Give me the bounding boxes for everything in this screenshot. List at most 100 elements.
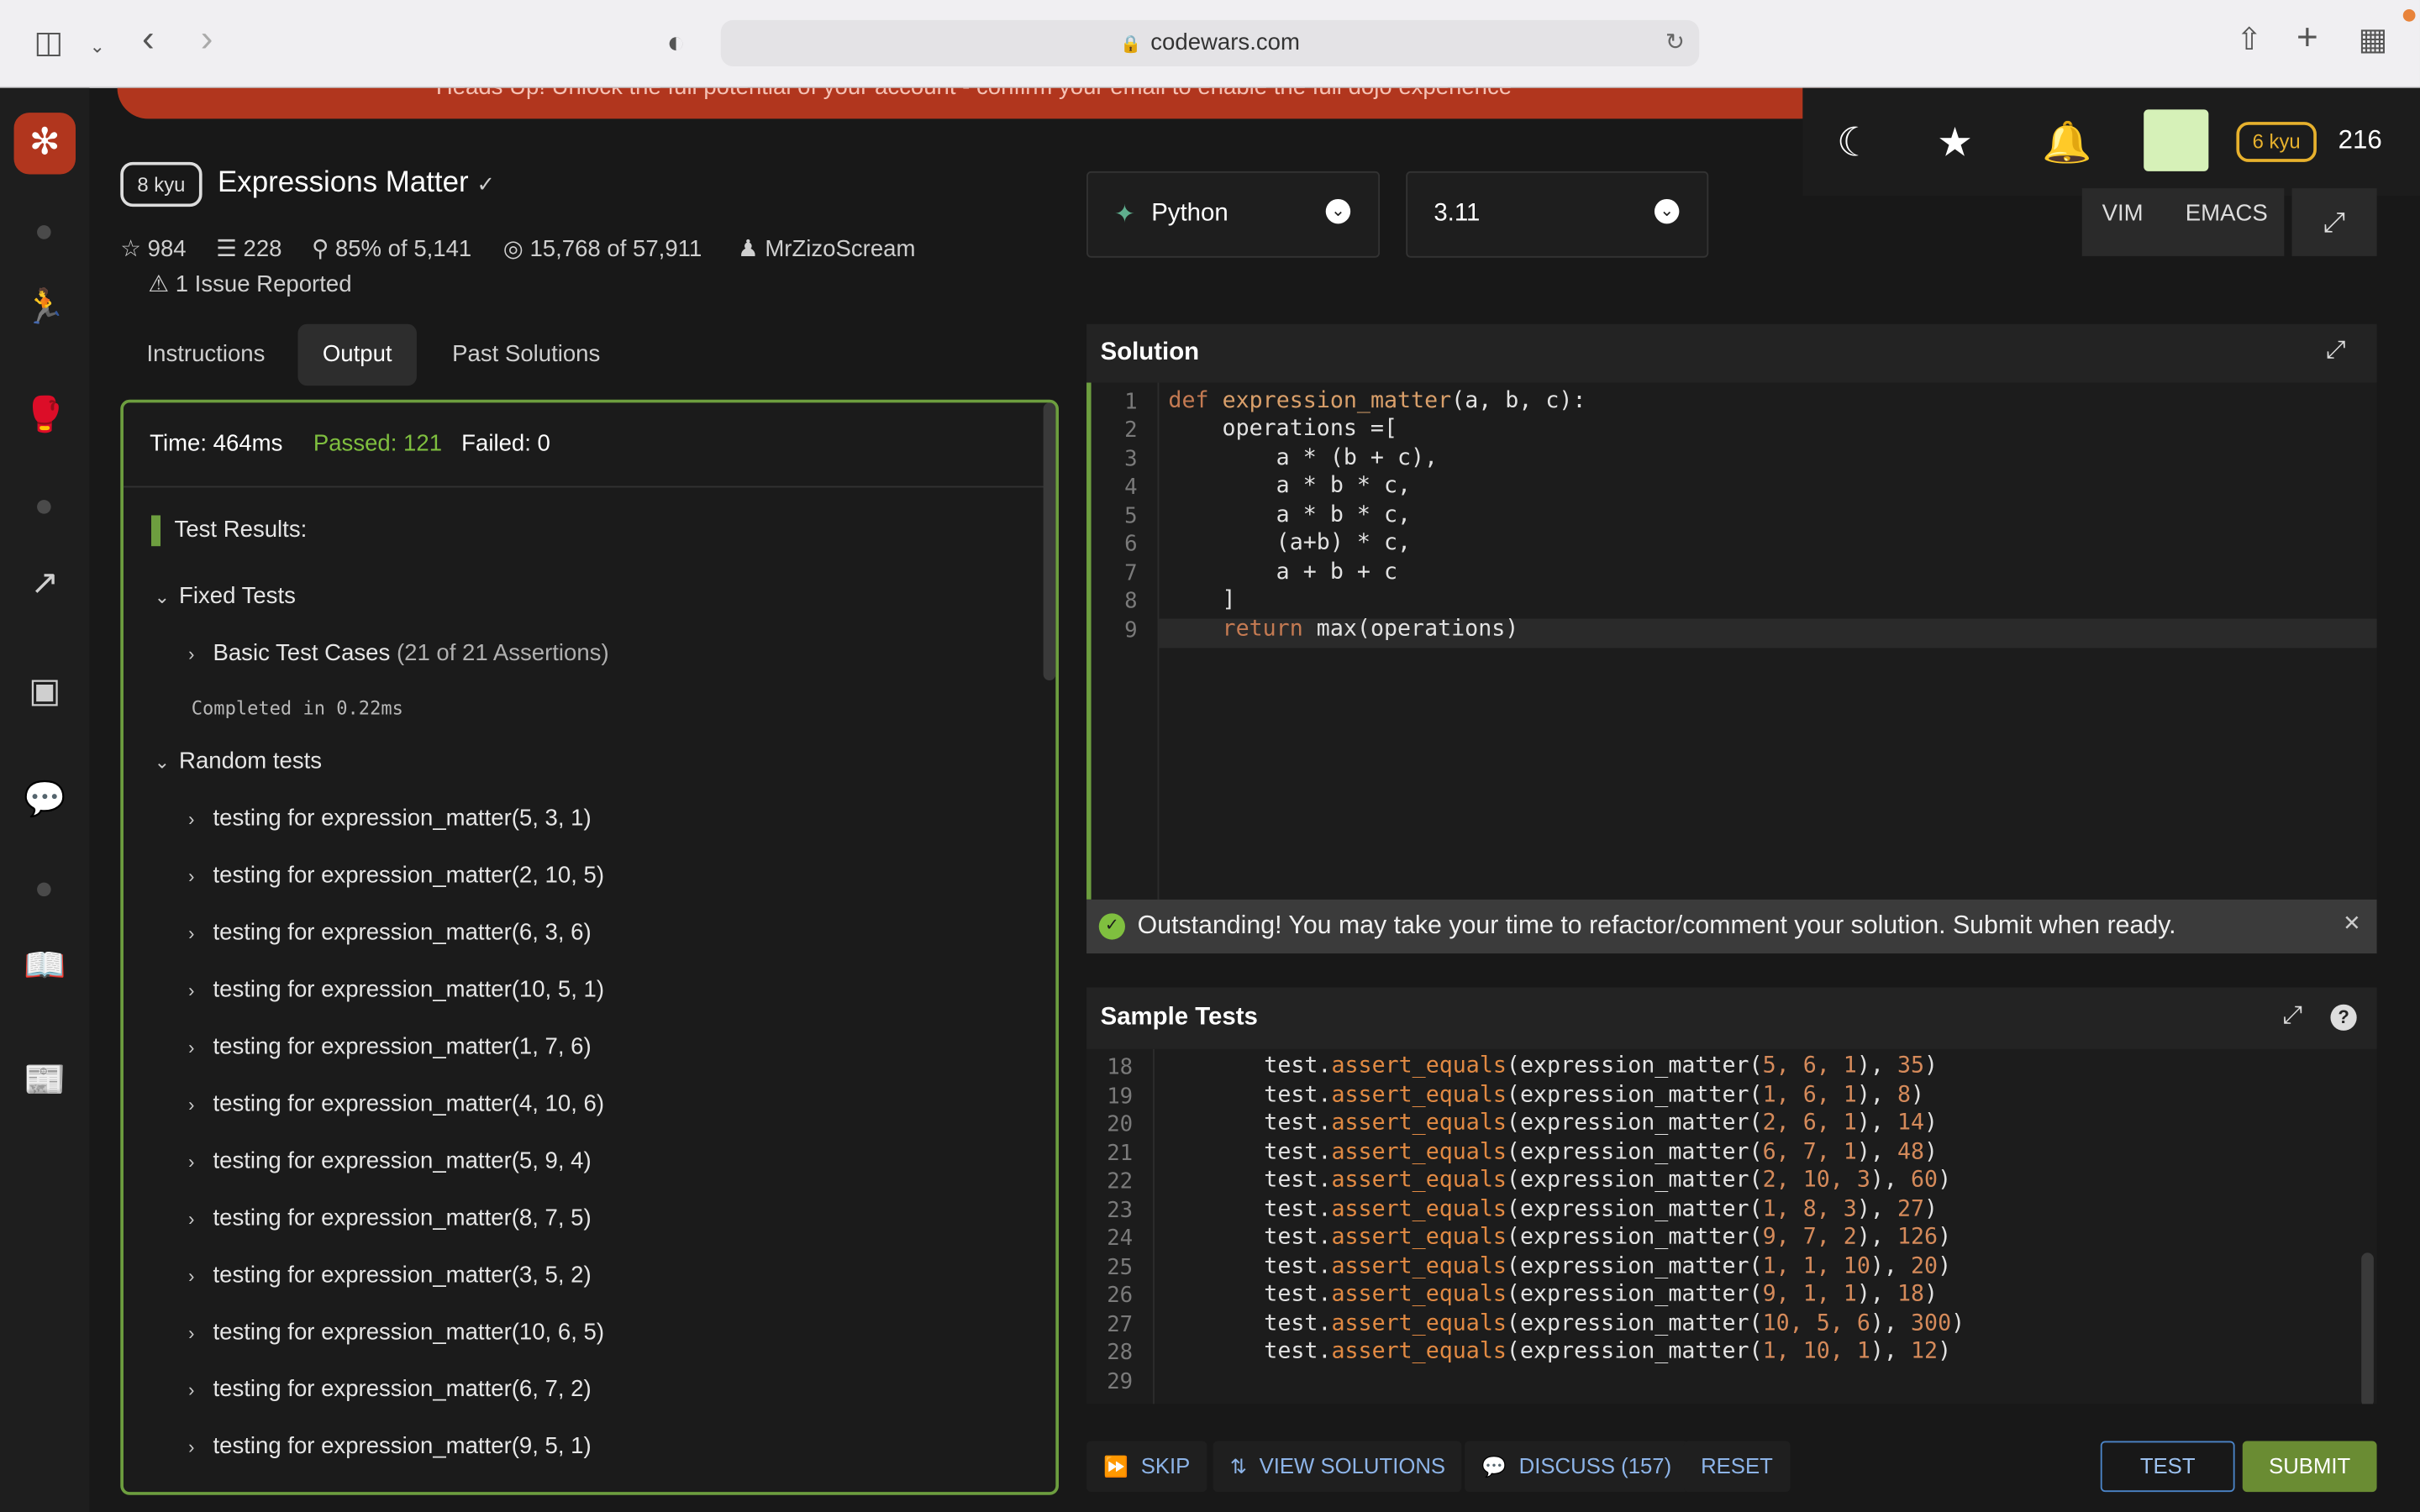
editor-mode-group: VIM EMACS: [2081, 188, 2285, 256]
list-item[interactable]: › testing for expression_matter(6, 7, 2): [188, 1376, 592, 1402]
output-scrollbar[interactable]: [1043, 402, 1056, 680]
test-args: 1, 6, 1: [1762, 1083, 1857, 1108]
fullscreen-icon[interactable]: ⤢: [2291, 188, 2377, 256]
sidebar-toggle-icon[interactable]: ◫: [34, 28, 63, 59]
line-number: 25: [1107, 1256, 1134, 1281]
tab-past-solutions[interactable]: Past Solutions: [428, 324, 625, 386]
tests-scrollbar[interactable]: [2361, 1252, 2374, 1404]
code-line: test.assert_equals(expression_matter(9, …: [1264, 1282, 1939, 1307]
random-tests-group[interactable]: ⌄ Random tests: [155, 748, 322, 774]
line-number: 20: [1107, 1112, 1134, 1137]
eye-icon: ⚲: [312, 236, 329, 263]
emacs-mode-button[interactable]: EMACS: [2186, 201, 2268, 227]
vim-mode-button[interactable]: VIM: [2102, 201, 2144, 227]
output-summary: Time: 464ms Passed: 121 Failed: 0: [123, 402, 1056, 488]
bookmark-icon[interactable]: ★: [1937, 122, 1973, 162]
shield-icon[interactable]: ◐: [666, 28, 685, 59]
docs-book-icon[interactable]: 📖: [22, 942, 68, 989]
author-stat[interactable]: ♟ MrZizoScream: [738, 234, 915, 262]
list-item[interactable]: › testing for expression_matter(10, 5, 1): [188, 977, 604, 1003]
chevron-right-icon: ›: [188, 1322, 195, 1344]
back-icon[interactable]: ‹: [142, 21, 155, 58]
code-line: test.assert_equals(expression_matter(2, …: [1264, 1168, 1952, 1193]
basic-test-cases[interactable]: › Basic Test Cases (21 of 21 Assertions): [188, 640, 609, 666]
app-sidebar: ✻ 🏃 🥊 ↗ ▣ 💬 📖 📰: [0, 87, 90, 1512]
chevron-right-icon: ›: [188, 1037, 195, 1058]
discord-icon[interactable]: ▣: [22, 668, 68, 714]
forward-icon[interactable]: ›: [201, 21, 213, 58]
view-solutions-button[interactable]: ⇅ VIEW SOLUTIONS: [1213, 1441, 1463, 1493]
tab-output[interactable]: Output: [297, 323, 417, 386]
sidebar-divider-dot: [37, 225, 51, 239]
list-item[interactable]: › testing for expression_matter(5, 3, 1): [188, 806, 592, 832]
submit-button[interactable]: SUBMIT: [2242, 1441, 2377, 1493]
email-confirm-banner[interactable]: Heads Up! Unlock the full potential of y…: [117, 87, 1831, 119]
chevron-down-icon: ⌄: [1325, 198, 1351, 224]
sample-tests-editor[interactable]: 18 19 20 21 22 23 24 25 26 27 28 29 test…: [1086, 1048, 2377, 1404]
reset-button[interactable]: RESET: [1683, 1441, 1791, 1493]
passed-count: Passed: 121: [313, 430, 443, 457]
list-item[interactable]: › testing for expression_matter(3, 5, 2): [188, 1262, 592, 1288]
share-icon[interactable]: ⇧: [2236, 24, 2262, 55]
line-number: 29: [1107, 1370, 1134, 1395]
language-select[interactable]: ✦ Python ⌄: [1086, 171, 1381, 258]
expand-icon[interactable]: ⤢: [2326, 338, 2346, 365]
lock-icon: 🔒: [1120, 35, 1142, 55]
address-bar[interactable]: 🔒 codewars.com ↻: [720, 19, 1700, 66]
close-icon[interactable]: ✕: [2343, 911, 2361, 937]
line-number: 24: [1107, 1226, 1134, 1252]
training-icon[interactable]: 🏃: [22, 284, 68, 330]
discuss-button[interactable]: 💬 DISCUSS (157): [1465, 1441, 1689, 1493]
test-args: 10, 5, 6: [1762, 1311, 1870, 1336]
list-item[interactable]: › testing for expression_matter(1, 7, 6): [188, 1034, 592, 1060]
kata-kyu-badge: 8 kyu: [120, 161, 203, 207]
leaderboard-trend-icon[interactable]: ↗: [22, 560, 68, 606]
sample-tests-title: Sample Tests: [1100, 1004, 1258, 1031]
issues-link[interactable]: ⚠ 1 Issue Reported: [148, 270, 351, 297]
tab-instructions[interactable]: Instructions: [122, 324, 290, 386]
practice-icon[interactable]: 🥊: [22, 392, 68, 438]
tab-overview-icon[interactable]: ▦: [2359, 24, 2388, 55]
rank-badge[interactable]: 6 kyu: [2236, 122, 2317, 162]
list-item[interactable]: › testing for expression_matter(2, 10, 5): [188, 863, 604, 889]
bell-icon[interactable]: 🔔: [2042, 122, 2091, 162]
collections-stat[interactable]: ☰ 228: [216, 234, 281, 262]
logo-swirl-icon: ✻: [29, 122, 60, 164]
solution-editor[interactable]: 1 2 3 4 5 6 7 8 9 def expression_matter(…: [1086, 382, 2377, 900]
sample-tests-header: Sample Tests ⤢ ?: [1086, 987, 2377, 1049]
list-item[interactable]: › testing for expression_matter(10, 6, 5): [188, 1319, 604, 1345]
line-number: 26: [1107, 1284, 1134, 1309]
test-expected: 8: [1897, 1083, 1912, 1108]
list-item[interactable]: › testing for expression_matter(5, 9, 4): [188, 1148, 592, 1174]
test-expected: 14: [1897, 1110, 1925, 1136]
chevron-right-icon: ›: [188, 1208, 195, 1230]
banner-text: Heads Up! Unlock the full potential of y…: [118, 88, 1831, 101]
reload-icon[interactable]: ↻: [1665, 28, 1685, 55]
list-item[interactable]: › testing for expression_matter(9, 5, 1): [188, 1433, 592, 1459]
test-args: 6, 7, 1: [1762, 1140, 1857, 1165]
help-icon[interactable]: ?: [2330, 1004, 2357, 1031]
avatar[interactable]: [2144, 109, 2209, 171]
version-select[interactable]: 3.11 ⌄: [1406, 171, 1709, 258]
moon-icon[interactable]: ☾: [1837, 122, 1873, 162]
basic-assertions: (21 of 21 Assertions): [396, 640, 609, 667]
chevron-right-icon: ›: [188, 808, 195, 831]
test-args: 9, 1, 1: [1762, 1282, 1857, 1307]
list-item[interactable]: › testing for expression_matter(8, 7, 5): [188, 1205, 592, 1231]
test-button[interactable]: TEST: [2100, 1441, 2235, 1493]
code-line: a * b * c,: [1168, 502, 1412, 528]
news-icon[interactable]: 📰: [22, 1057, 68, 1103]
url-value: codewars.com: [1150, 29, 1300, 56]
failed-count: Failed: 0: [461, 430, 550, 457]
new-tab-icon[interactable]: +: [2296, 19, 2318, 56]
test-args: 2, 6, 1: [1762, 1110, 1857, 1136]
test-expected: 27: [1897, 1197, 1925, 1222]
fixed-tests-group[interactable]: ⌄ Fixed Tests: [155, 583, 296, 609]
chevron-down-icon[interactable]: ⌄: [90, 31, 105, 62]
list-item[interactable]: › testing for expression_matter(6, 3, 6): [188, 920, 592, 946]
stars-stat[interactable]: ☆ 984: [120, 234, 186, 262]
expand-icon[interactable]: ⤢: [2283, 1003, 2303, 1031]
skip-button[interactable]: ⏩ SKIP: [1086, 1441, 1207, 1493]
discussions-icon[interactable]: 💬: [22, 776, 68, 822]
list-item[interactable]: › testing for expression_matter(4, 10, 6): [188, 1091, 604, 1117]
